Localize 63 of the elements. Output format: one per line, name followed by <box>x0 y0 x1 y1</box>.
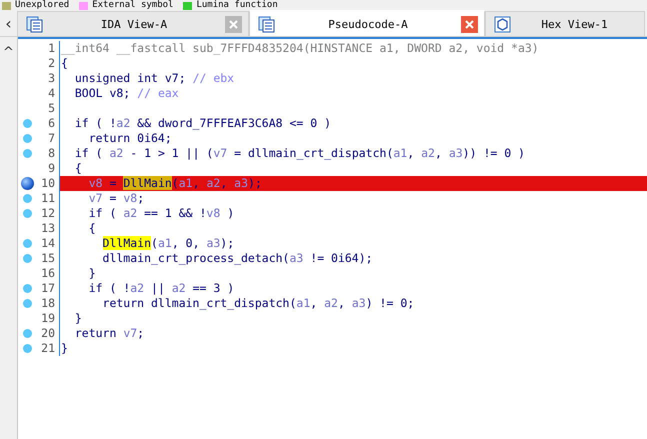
code-line: { <box>88 221 97 236</box>
code-line: __int64 __fastcall sub_7FFFD4835204(HINSTANCE a1, DWORD a2, void *a3) <box>60 41 540 56</box>
line-number: 3 <box>48 71 56 86</box>
code-line: return dllmain_crt_dispatch(a1, a2, a3) != 0; <box>102 296 416 311</box>
line-number: 15 <box>41 251 56 266</box>
line-number: 17 <box>41 281 56 296</box>
code-line: if ( !a2 && dword_7FFFEAF3C6A8 <= 0 ) <box>74 116 332 131</box>
document-icon <box>26 16 43 32</box>
tab[interactable]: Pseudocode-A <box>249 10 485 36</box>
breakpoint-dot-icon[interactable] <box>23 209 32 218</box>
code-line: v7 = v8; <box>88 191 146 206</box>
code-line: BOOL v8; // eax <box>74 86 180 101</box>
line-number: 1 <box>48 41 56 56</box>
scroll-up-button[interactable]: ^ <box>3 45 14 60</box>
line-number: 2 <box>48 56 56 71</box>
breakpoint-dot-icon[interactable] <box>23 194 32 203</box>
line-number: 7 <box>48 131 56 146</box>
code-line: dllmain_crt_process_detach(a3 != 0i64); <box>102 251 374 266</box>
line-number: 18 <box>41 296 56 311</box>
breakpoint-dot-icon[interactable] <box>23 254 32 263</box>
hexagon-icon <box>494 16 511 32</box>
code-line: { <box>74 161 83 176</box>
line-number: 6 <box>48 116 56 131</box>
tab[interactable]: Hex View-1 <box>485 11 645 36</box>
line-number: 11 <box>41 191 56 206</box>
close-icon[interactable] <box>225 16 242 32</box>
code-line: if ( !a2 || a2 == 3 ) <box>88 281 236 296</box>
line-number: 13 <box>41 221 56 236</box>
line-number: 9 <box>48 161 56 176</box>
line-number: 14 <box>41 236 56 251</box>
breakpoint-dot-icon[interactable] <box>23 134 32 143</box>
line-number: 12 <box>41 206 56 221</box>
legend-label: Lumina function <box>196 0 278 11</box>
code-line: } <box>74 311 83 326</box>
code-line: unsigned int v7; // ebx <box>74 71 236 86</box>
line-number: 21 <box>41 341 56 356</box>
legend-label: External symbol <box>92 0 174 11</box>
breakpoint-dot-icon[interactable] <box>23 329 32 338</box>
line-number: 16 <box>41 266 56 281</box>
code-line: DllMain(a1, 0, a3); <box>102 236 236 251</box>
breakpoint-dot-icon[interactable] <box>23 239 32 248</box>
line-number: 8 <box>48 146 56 161</box>
line-number: 4 <box>48 86 56 101</box>
code-line: } <box>60 341 69 356</box>
breakpoint-dot-icon[interactable] <box>23 149 32 158</box>
document-icon <box>258 16 275 32</box>
code-line: return 0i64; <box>88 131 173 146</box>
line-number: 10 <box>41 176 56 191</box>
line-number: 5 <box>48 101 56 116</box>
code-line: return v7; <box>74 326 146 341</box>
code-line: if ( a2 == 1 && !v8 ) <box>88 206 236 221</box>
breakpoint-dot-icon[interactable] <box>23 119 32 128</box>
line-number: 20 <box>41 326 56 341</box>
close-icon[interactable] <box>461 16 478 32</box>
breakpoint-dot-icon[interactable] <box>23 299 32 308</box>
breakpoint-dot-icon[interactable] <box>23 284 32 293</box>
code-line: } <box>88 266 97 281</box>
code-line: { <box>60 56 69 71</box>
breakpoint-dot-icon[interactable] <box>23 344 32 353</box>
legend-label: Unexplored <box>15 0 70 11</box>
code-line: if ( a2 - 1 > 1 || (v7 = dllmain_crt_dispatch(a1, a2, a3)) != 0 ) <box>74 146 526 161</box>
line-number: 19 <box>41 311 56 326</box>
tab[interactable]: IDA View-A <box>17 11 249 36</box>
